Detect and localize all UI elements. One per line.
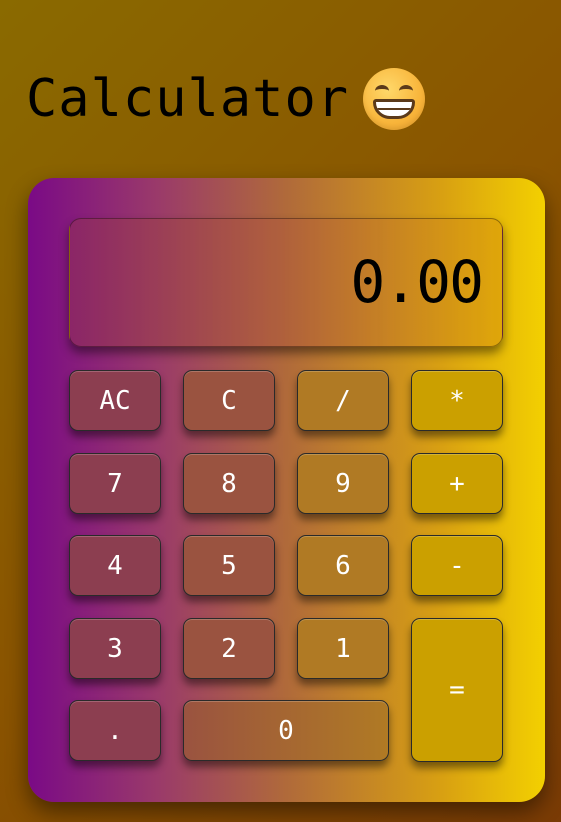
grinning-face-emoji-icon	[363, 68, 426, 130]
emoji-left-eye	[375, 85, 390, 97]
multiply-button[interactable]: *	[411, 370, 503, 431]
minus-button[interactable]: -	[411, 535, 503, 596]
divide-button[interactable]: /	[297, 370, 389, 431]
digit-3-button[interactable]: 3	[69, 618, 161, 679]
digit-0-button[interactable]: 0	[183, 700, 389, 761]
digit-4-button[interactable]: 4	[69, 535, 161, 596]
plus-button[interactable]: +	[411, 453, 503, 514]
calculator-body: 0.00 AC C / * 7 8 9 + 4 5 6 - 3 2 1 = . …	[28, 178, 545, 802]
digit-7-button[interactable]: 7	[69, 453, 161, 514]
equals-button[interactable]: =	[411, 618, 503, 762]
emoji-mouth	[373, 99, 416, 119]
clear-button[interactable]: C	[183, 370, 275, 431]
app-header: Calculator	[26, 64, 426, 134]
digit-2-button[interactable]: 2	[183, 618, 275, 679]
digit-8-button[interactable]: 8	[183, 453, 275, 514]
digit-6-button[interactable]: 6	[297, 535, 389, 596]
page-title: Calculator	[26, 69, 350, 129]
calculator-display: 0.00	[69, 218, 503, 347]
display-value: 0.00	[350, 248, 484, 316]
emoji-right-eye	[399, 85, 414, 97]
all-clear-button[interactable]: AC	[69, 370, 161, 431]
digit-5-button[interactable]: 5	[183, 535, 275, 596]
digit-1-button[interactable]: 1	[297, 618, 389, 679]
decimal-point-button[interactable]: .	[69, 700, 161, 761]
digit-9-button[interactable]: 9	[297, 453, 389, 514]
